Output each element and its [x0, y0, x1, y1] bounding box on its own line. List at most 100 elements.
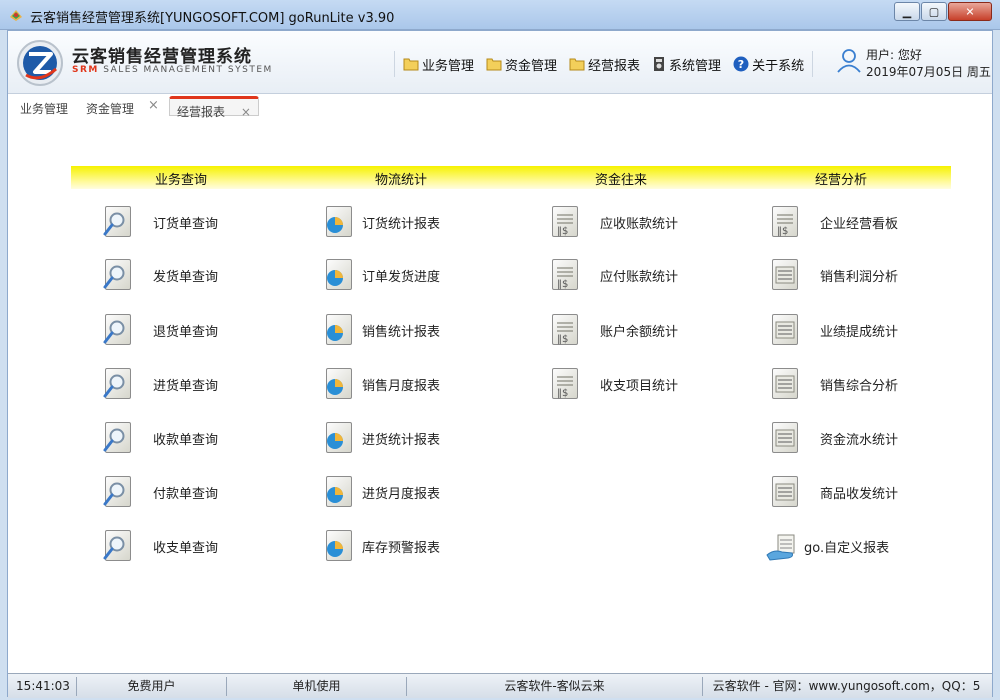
menu-item-label: 资金管理 [505, 58, 558, 74]
report-label: 销售月度报表 [362, 378, 441, 394]
list-report-icon [770, 475, 802, 509]
document-search-icon [103, 258, 135, 292]
report-item[interactable]: ‖$ 应收账款统计 [550, 204, 678, 240]
status-time: 15:41:03 [16, 679, 70, 693]
minimize-button[interactable]: ▁ [894, 2, 920, 21]
report-label: 企业经营看板 [820, 216, 899, 232]
brand-name: 云客销售经营管理系统 [72, 47, 252, 67]
menu-item-system[interactable]: 系统管理 [646, 52, 727, 76]
report-item[interactable]: 商品收发统计 [770, 474, 898, 510]
menu-item-business[interactable]: 业务管理 [397, 52, 480, 76]
app-header: 云客销售经营管理系统 SRM SALES MANAGEMENT SYSTEM 业… [8, 31, 992, 94]
app-client-area: 云客销售经营管理系统 SRM SALES MANAGEMENT SYSTEM 业… [7, 30, 993, 698]
category-business-analysis: 经营分析 [814, 173, 867, 188]
ledger-dollar-icon: ‖$ [550, 258, 582, 292]
document-search-icon [103, 421, 135, 455]
document-search-icon [103, 475, 135, 509]
report-item[interactable]: 收支单查询 [103, 528, 218, 564]
pie-report-icon [324, 313, 356, 347]
window-title: 云客销售经营管理系统[YUNGOSOFT.COM] goRunLite v3.9… [30, 11, 395, 26]
brand-subtitle-srm: SRM [72, 65, 99, 75]
menu-item-funds[interactable]: 资金管理 [480, 52, 563, 76]
user-icon [837, 49, 861, 73]
menu-item-label: 系统管理 [669, 58, 722, 74]
report-label: 进货统计报表 [362, 432, 441, 448]
report-item[interactable]: 订货统计报表 [324, 204, 440, 240]
category-business-query: 业务查询 [154, 173, 207, 188]
pie-report-icon [324, 205, 356, 239]
report-item[interactable]: 销售综合分析 [770, 366, 898, 402]
report-item[interactable]: ‖$ 企业经营看板 [770, 204, 898, 240]
tab-business[interactable]: 业务管理 [20, 100, 68, 117]
menu-separator [394, 51, 395, 77]
report-item[interactable]: 销售月度报表 [324, 366, 440, 402]
pie-report-icon [324, 258, 356, 292]
close-window-button[interactable]: ✕ [948, 2, 992, 21]
status-mode: 单机使用 [226, 677, 406, 696]
tab-funds[interactable]: 资金管理 [86, 100, 134, 117]
report-item[interactable]: 收款单查询 [103, 420, 218, 456]
report-item[interactable]: 进货单查询 [103, 366, 218, 402]
report-item[interactable]: 销售统计报表 [324, 312, 440, 348]
ledger-dollar-icon: ‖$ [550, 367, 582, 401]
report-item[interactable]: 业绩提成统计 [770, 312, 898, 348]
svg-text:‖$: ‖$ [557, 334, 568, 345]
report-item[interactable]: 资金流水统计 [770, 420, 898, 456]
report-label: 收款单查询 [153, 432, 219, 448]
report-label: 应收账款统计 [600, 216, 679, 232]
report-label: 退货单查询 [153, 324, 219, 340]
menu-item-about[interactable]: ? 关于系统 [727, 52, 810, 76]
menu-item-reports[interactable]: 经营报表 [563, 52, 646, 76]
tab-funds-close-icon[interactable]: × [148, 98, 159, 113]
brand-subtitle: SRM SALES MANAGEMENT SYSTEM [72, 65, 273, 75]
brand-logo-icon [17, 40, 63, 86]
report-item[interactable]: 订单发货进度 [324, 257, 440, 293]
tab-reports[interactable]: 经营报表 × [169, 96, 259, 119]
report-label: 销售利润分析 [820, 269, 899, 285]
report-label: go.自定义报表 [804, 540, 890, 556]
report-label: 库存预警报表 [362, 540, 441, 556]
report-item[interactable]: 退货单查询 [103, 312, 218, 348]
report-label: 订货单查询 [153, 216, 219, 232]
tab-reports-close-icon[interactable]: × [241, 105, 251, 119]
minimize-icon: ▁ [902, 5, 912, 18]
report-label: 订单发货进度 [362, 269, 441, 285]
report-item[interactable]: 进货统计报表 [324, 420, 440, 456]
help-icon: ? [733, 56, 749, 72]
svg-text:‖$: ‖$ [557, 279, 568, 290]
report-item[interactable]: 订货单查询 [103, 204, 218, 240]
report-item[interactable]: ‖$ 应付账款统计 [550, 257, 678, 293]
report-label: 收支单查询 [153, 540, 219, 556]
report-item[interactable]: ‖$ 账户余额统计 [550, 312, 678, 348]
ledger-icon: ‖$ [770, 205, 802, 239]
hand-report-icon [766, 529, 798, 563]
document-search-icon [103, 205, 135, 239]
window-titlebar: 云客销售经营管理系统[YUNGOSOFT.COM] goRunLite v3.9… [0, 0, 1000, 30]
report-item[interactable]: 进货月度报表 [324, 474, 440, 510]
report-label: 销售综合分析 [820, 378, 899, 394]
menu-item-label: 经营报表 [588, 58, 641, 74]
tab-reports-label: 经营报表 [177, 105, 226, 119]
maximize-icon: ▢ [928, 5, 940, 18]
svg-text:‖$: ‖$ [777, 226, 788, 237]
menu-item-label: 业务管理 [422, 58, 475, 74]
svg-text:‖$: ‖$ [557, 226, 568, 237]
reports-panel: 业务查询 物流统计 资金往来 经营分析 订货单查询 发货单查询 退货单查询 进货… [8, 122, 992, 673]
tab-bar: 业务管理 资金管理 × 经营报表 × [8, 94, 992, 122]
report-item[interactable]: 付款单查询 [103, 474, 218, 510]
report-label: 销售统计报表 [362, 324, 441, 340]
report-item-custom[interactable]: go.自定义报表 [766, 528, 889, 564]
close-icon: ✕ [965, 5, 975, 18]
maximize-button[interactable]: ▢ [921, 2, 947, 21]
user-info: 用户: 您好 2019年07月05日 周五 [836, 43, 991, 83]
document-search-icon [103, 529, 135, 563]
pie-report-icon [324, 529, 356, 563]
report-item[interactable]: ‖$ 收支项目统计 [550, 366, 678, 402]
report-item[interactable]: 库存预警报表 [324, 528, 440, 564]
report-item[interactable]: 发货单查询 [103, 257, 218, 293]
svg-text:?: ? [738, 58, 744, 71]
status-bar: 15:41:03 免费用户 单机使用 云客软件-客似云来 云客软件 - 官网：w… [8, 673, 992, 698]
report-item[interactable]: 销售利润分析 [770, 257, 898, 293]
menu-item-label: 关于系统 [752, 58, 805, 74]
current-date: 2019年07月05日 周五 [866, 65, 991, 79]
